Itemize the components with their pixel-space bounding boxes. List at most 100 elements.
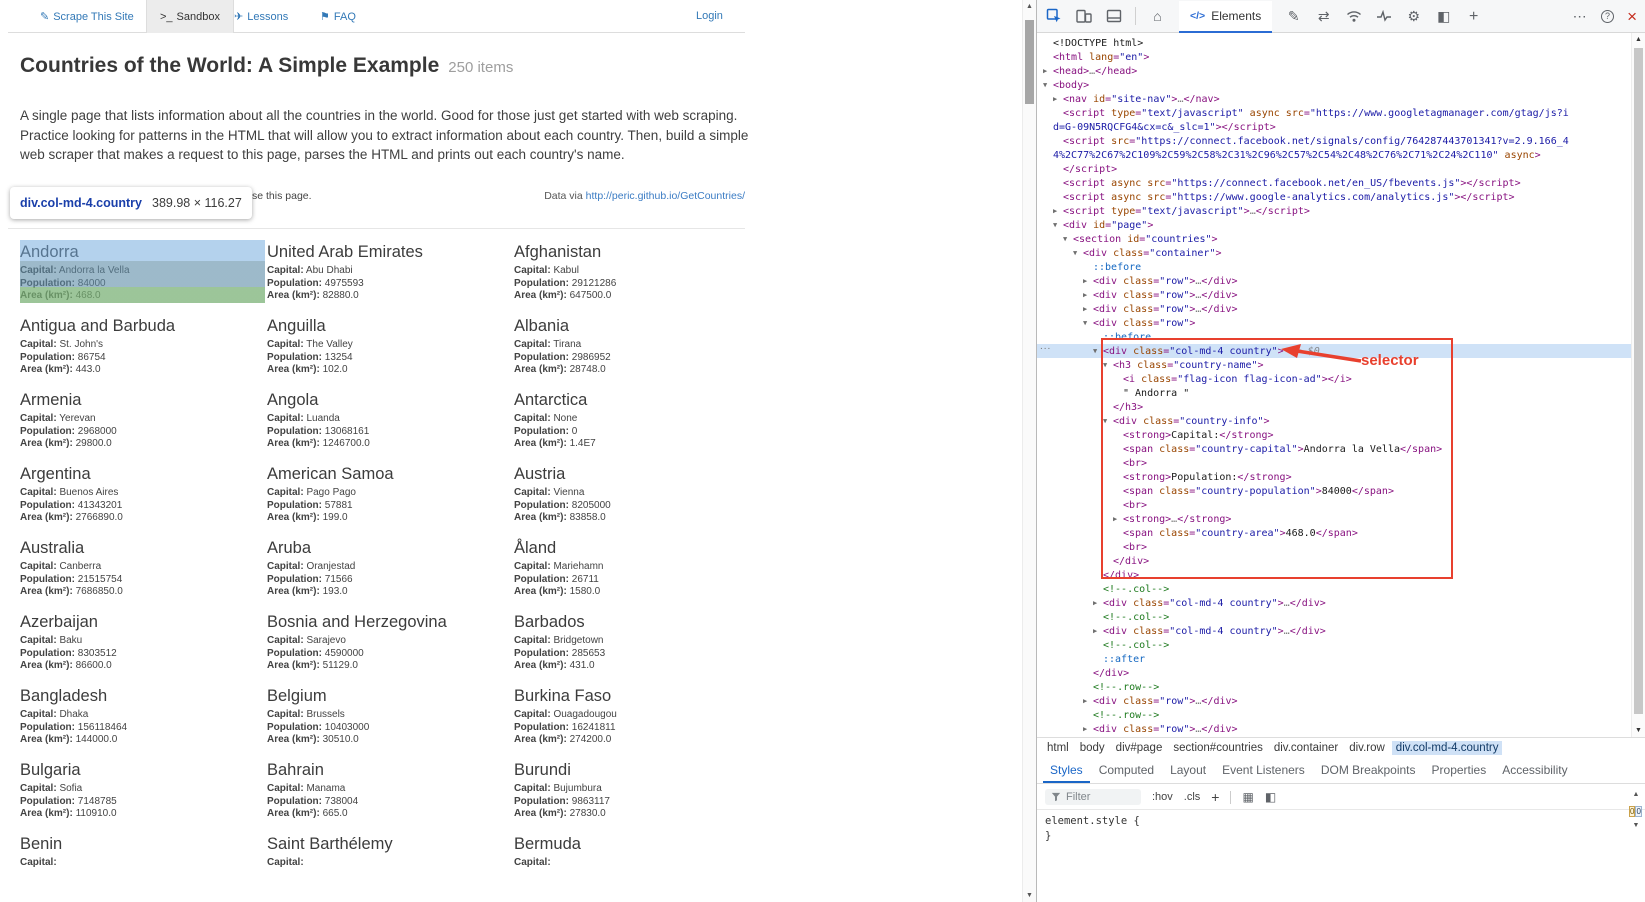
dom-line[interactable]: <strong>Population:</strong> (1037, 470, 1631, 484)
nav-tab-sandbox[interactable]: >_Sandbox (146, 0, 234, 33)
activity-icon[interactable] (1375, 8, 1392, 25)
dom-line[interactable]: ▶<div class="row">…</div> (1037, 288, 1631, 302)
dom-line[interactable]: ▶<script type="text/javascript">…</scrip… (1037, 204, 1631, 218)
dom-line[interactable]: ▼<h3 class="country-name"> (1037, 358, 1631, 372)
swap-arrows-icon[interactable]: ⇄ (1315, 8, 1332, 25)
dom-line[interactable]: d=G-09N5RQCFG4&cx=c&_slc=1"></script> (1037, 120, 1631, 134)
pseudo-state-toggle[interactable]: :hov (1152, 791, 1173, 803)
dom-line-ellipsis[interactable]: ... (1040, 341, 1051, 352)
dom-line[interactable]: <br> (1037, 498, 1631, 512)
edit-icon[interactable]: ✎ (1285, 8, 1302, 25)
dom-line[interactable]: <!--.col--> (1037, 582, 1631, 596)
dom-line[interactable]: ▼<div class="container"> (1037, 246, 1631, 260)
dom-line[interactable]: </div> (1037, 554, 1631, 568)
dom-line[interactable]: ▶<div class="row">…</div> (1037, 274, 1631, 288)
dom-line[interactable]: ::before (1037, 330, 1631, 344)
breadcrumb-item[interactable]: div.col-md-4.country (1392, 741, 1503, 755)
computed-sidebar-icon[interactable]: ◧ (1265, 790, 1276, 804)
dom-line[interactable]: ▶<div class="row">…</div> (1037, 694, 1631, 708)
console-drawer-icon[interactable] (1105, 8, 1122, 25)
new-style-rule-button[interactable]: + (1211, 789, 1219, 805)
expand-arrow-icon[interactable]: ▶ (1083, 697, 1093, 705)
expand-arrow-icon[interactable]: ▼ (1043, 81, 1053, 89)
dom-line[interactable]: <!DOCTYPE html> (1037, 36, 1631, 50)
dom-line[interactable]: ▶<div class="row">…</div> (1037, 722, 1631, 736)
dom-line[interactable]: <script type="text/javascript" async src… (1037, 106, 1631, 120)
grid-icon[interactable]: ▦ (1242, 790, 1253, 804)
dom-line[interactable]: ▶<div class="row">…</div> (1037, 302, 1631, 316)
dom-line[interactable]: </div> (1037, 666, 1631, 680)
settings-gear-icon[interactable]: ⚙ (1405, 8, 1422, 25)
scroll-up-icon[interactable]: ▲ (1023, 0, 1036, 13)
device-toolbar-icon[interactable] (1075, 8, 1092, 25)
wifi-icon[interactable] (1345, 8, 1362, 25)
scrollbar-thumb[interactable] (1025, 20, 1034, 104)
dom-line[interactable]: 4%2C77%2C67%2C109%2C59%2C58%2C31%2C96%2C… (1037, 148, 1631, 162)
expand-arrow-icon[interactable]: ▶ (1113, 515, 1123, 523)
home-icon[interactable]: ⌂ (1149, 8, 1166, 25)
breadcrumb-item[interactable]: html (1043, 741, 1073, 755)
dom-line[interactable]: ▼<div class="country-info"> (1037, 414, 1631, 428)
dom-line[interactable]: <script async src="https://www.google-an… (1037, 190, 1631, 204)
scroll-down-icon[interactable]: ▼ (1632, 724, 1645, 737)
style-rule-selector[interactable]: element.style (1045, 815, 1127, 827)
styles-scrollbar[interactable]: ▲ 00 ▼ (1629, 788, 1643, 860)
dom-line[interactable]: ::after (1037, 652, 1631, 666)
expand-arrow-icon[interactable]: ▶ (1083, 277, 1093, 285)
expand-arrow-icon[interactable]: ▶ (1083, 725, 1093, 733)
dom-line[interactable]: ▼<div class="row"> (1037, 316, 1631, 330)
expand-arrow-icon[interactable]: ▼ (1093, 347, 1103, 355)
dom-line[interactable]: <!--.row--> (1037, 708, 1631, 722)
dom-line[interactable]: <!--.row--> (1037, 680, 1631, 694)
dom-line[interactable]: ▶<nav id="site-nav">…</nav> (1037, 92, 1631, 106)
dom-line[interactable]: <script async src="https://connect.faceb… (1037, 176, 1631, 190)
help-icon[interactable]: ? (1601, 10, 1614, 23)
dom-line[interactable]: ▼<div id="page"> (1037, 218, 1631, 232)
expand-arrow-icon[interactable]: ▼ (1053, 221, 1063, 229)
expand-arrow-icon[interactable]: ▶ (1083, 305, 1093, 313)
dom-line[interactable]: <html lang="en"> (1037, 50, 1631, 64)
dom-line[interactable]: ▼<section id="countries"> (1037, 232, 1631, 246)
scroll-down-icon[interactable]: ▼ (1629, 819, 1643, 832)
nav-link-lessons[interactable]: ✈Lessons (234, 10, 288, 23)
breadcrumb-item[interactable]: div.container (1270, 741, 1342, 755)
close-icon[interactable]: × (1627, 8, 1637, 25)
expand-arrow-icon[interactable]: ▶ (1093, 627, 1103, 635)
nav-link-faq[interactable]: ⚑FAQ (320, 10, 356, 23)
expand-arrow-icon[interactable]: ▶ (1093, 599, 1103, 607)
dom-line[interactable]: <br> (1037, 540, 1631, 554)
scroll-down-icon[interactable]: ▼ (1023, 889, 1036, 902)
dom-line[interactable]: ▼<body> (1037, 78, 1631, 92)
dom-line[interactable]: " Andorra " (1037, 386, 1631, 400)
tab-computed[interactable]: Computed (1092, 757, 1161, 783)
scrollbar-thumb[interactable] (1634, 48, 1643, 714)
expand-arrow-icon[interactable]: ▼ (1103, 417, 1113, 425)
expand-arrow-icon[interactable]: ▼ (1103, 361, 1113, 369)
more-options-icon[interactable]: ⋯ (1571, 8, 1588, 25)
dom-line[interactable]: ::before (1037, 260, 1631, 274)
nav-link-login[interactable]: Login (696, 10, 723, 22)
page-scrollbar[interactable]: ▲ ▼ (1022, 0, 1036, 902)
tab-dom-breakpoints[interactable]: DOM Breakpoints (1314, 757, 1423, 783)
breadcrumb-item[interactable]: section#countries (1169, 741, 1267, 755)
nav-brand-link[interactable]: ✎Scrape This Site (40, 10, 134, 23)
dom-line[interactable]: ▶<head>…</head> (1037, 64, 1631, 78)
expand-arrow-icon[interactable]: ▶ (1083, 291, 1093, 299)
tab-accessibility[interactable]: Accessibility (1495, 757, 1574, 783)
inspect-element-icon[interactable] (1045, 8, 1062, 25)
expand-arrow-icon[interactable]: ▶ (1053, 207, 1063, 215)
dom-line[interactable]: <!--.col--> (1037, 638, 1631, 652)
expand-arrow-icon[interactable]: ▼ (1073, 249, 1083, 257)
dom-line[interactable]: </script> (1037, 162, 1631, 176)
scroll-up-icon[interactable]: ▲ (1632, 33, 1645, 46)
data-source-link[interactable]: http://peric.github.io/GetCountries/ (586, 190, 745, 202)
dom-line[interactable]: <br> (1037, 456, 1631, 470)
dom-line[interactable]: ▶<div class="col-md-4 country">…</div> (1037, 596, 1631, 610)
styles-filter-input[interactable]: Filter (1045, 789, 1141, 805)
dom-line[interactable]: <span class="country-capital">Andorra la… (1037, 442, 1631, 456)
dom-line[interactable]: <i class="flag-icon flag-icon-ad"></i> (1037, 372, 1631, 386)
devtools-scrollbar[interactable]: ▲ ▼ (1631, 33, 1645, 737)
expand-arrow-icon[interactable]: ▶ (1053, 95, 1063, 103)
expand-arrow-icon[interactable]: ▼ (1083, 319, 1093, 327)
tab-properties[interactable]: Properties (1425, 757, 1494, 783)
